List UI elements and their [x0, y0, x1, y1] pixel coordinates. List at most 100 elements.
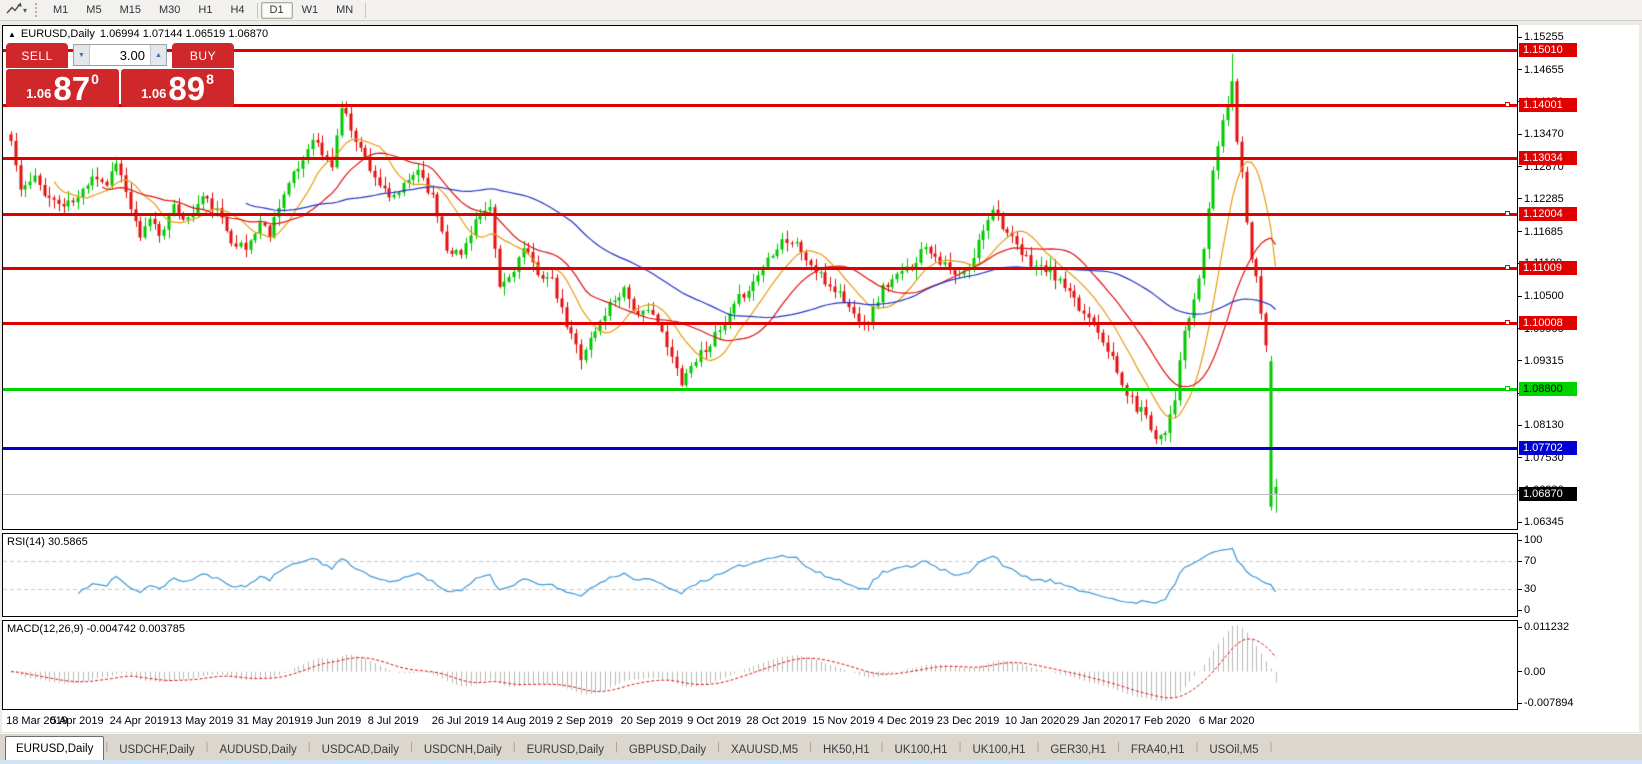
chart-tab-hk50-h1[interactable]: HK50,H1 — [813, 739, 880, 760]
sell-price-box[interactable]: 1.06 87 0 — [6, 69, 119, 107]
line-drag-handle[interactable] — [1505, 386, 1510, 391]
toolbar-separator — [257, 3, 258, 18]
price-level-badge: 1.13034 — [1519, 151, 1577, 165]
trading-terminal: ▾ M1M5M15M30H1H4 D1W1MN ▲ EURUSD,Daily 1.… — [0, 0, 1642, 764]
volume-decrease-button[interactable]: ▼ — [74, 45, 90, 65]
rsi-plot[interactable]: RSI(14) 30.5865 — [2, 533, 1518, 617]
date-axis-label: 20 Sep 2019 — [621, 715, 683, 727]
chevron-down-icon[interactable]: ▾ — [23, 6, 27, 15]
timeframe-button-h1[interactable]: H1 — [189, 2, 221, 19]
date-axis-label: 14 Aug 2019 — [492, 715, 554, 727]
sell-price-pip: 0 — [91, 71, 99, 87]
macd-panel: MACD(12,26,9) -0.004742 0.003785 0.01123… — [2, 620, 1639, 710]
macd-axis-tick: -0.007894 — [1518, 696, 1574, 710]
timeframe-button-h4[interactable]: H4 — [221, 2, 253, 19]
timeframe-button-m5[interactable]: M5 — [77, 2, 110, 19]
price-axis-tick: 1.11685 — [1518, 225, 1563, 239]
date-axis-label: 29 Jan 2020 — [1067, 715, 1128, 727]
chart-tab-eurusd-daily[interactable]: EURUSD,Daily — [517, 739, 614, 760]
chart-title: ▲ EURUSD,Daily 1.06994 1.07144 1.06519 1… — [8, 28, 274, 40]
rsi-label: RSI(14) 30.5865 — [7, 536, 88, 548]
horizontal-line-1.06870[interactable] — [3, 494, 1517, 495]
date-axis-label: 6 Mar 2020 — [1199, 715, 1255, 727]
pointer-tool-button[interactable]: ▾ — [3, 2, 30, 18]
date-axis-label: 5 Apr 2019 — [50, 715, 103, 727]
line-drag-handle[interactable] — [1505, 102, 1510, 107]
volume-stepper: ▼ 3.00 ▲ — [73, 44, 167, 66]
chart-tab-audusd-daily[interactable]: AUDUSD,Daily — [209, 739, 306, 760]
chart-tab-fra40-h1[interactable]: FRA40,H1 — [1121, 739, 1195, 760]
timeframe-button-m30[interactable]: M30 — [150, 2, 189, 19]
chart-tab-uk100-h1[interactable]: UK100,H1 — [962, 739, 1035, 760]
horizontal-line-1.11009[interactable] — [3, 267, 1517, 270]
price-axis-tick: 1.08130 — [1518, 418, 1564, 432]
date-axis-label: 17 Feb 2020 — [1129, 715, 1191, 727]
line-drag-handle[interactable] — [1505, 265, 1510, 270]
buy-button[interactable]: BUY — [172, 43, 234, 68]
chart-tab-usoil-m5[interactable]: USOil,M5 — [1199, 739, 1268, 760]
chart-tab-usdchf-daily[interactable]: USDCHF,Daily — [109, 739, 204, 760]
sell-button[interactable]: SELL — [6, 43, 68, 68]
symbol-period-label: EURUSD,Daily — [21, 28, 95, 40]
triangle-up-icon: ▲ — [155, 52, 162, 59]
volume-increase-button[interactable]: ▲ — [150, 45, 166, 65]
horizontal-line-1.08800[interactable] — [3, 388, 1517, 391]
horizontal-line-1.12004[interactable] — [3, 213, 1517, 216]
date-axis-label: 28 Oct 2019 — [746, 715, 806, 727]
chart-tab-xauusd-m5[interactable]: XAUUSD,M5 — [721, 739, 808, 760]
chart-tab-ger30-h1[interactable]: GER30,H1 — [1040, 739, 1116, 760]
price-level-badge: 1.11009 — [1519, 261, 1577, 275]
buy-price-prefix: 1.06 — [141, 86, 166, 101]
macd-plot[interactable]: MACD(12,26,9) -0.004742 0.003785 — [2, 620, 1518, 710]
pointer-tool-icon — [6, 2, 22, 18]
sell-price-prefix: 1.06 — [26, 86, 51, 101]
toolbar-grip — [35, 3, 39, 17]
line-drag-handle[interactable] — [1505, 211, 1510, 216]
price-axis-tick: 1.14655 — [1518, 63, 1564, 77]
rsi-panel: RSI(14) 30.5865 10070300 — [2, 533, 1639, 617]
timeframe-button-mn[interactable]: MN — [327, 2, 362, 19]
timeframe-button-m1[interactable]: M1 — [44, 2, 77, 19]
timeframe-toolbar: ▾ M1M5M15M30H1H4 D1W1MN — [0, 0, 1642, 21]
date-axis-label: 9 Oct 2019 — [687, 715, 741, 727]
timeframe-button-w1[interactable]: W1 — [293, 2, 328, 19]
rsi-canvas[interactable] — [3, 534, 1517, 616]
horizontal-line-1.13034[interactable] — [3, 157, 1517, 160]
rsi-axis: 10070300 — [1518, 533, 1638, 617]
timeframe-button-m15[interactable]: M15 — [111, 2, 150, 19]
chart-tab-uk100-h1[interactable]: UK100,H1 — [885, 739, 958, 760]
price-plot[interactable]: ▲ EURUSD,Daily 1.06994 1.07144 1.06519 1… — [2, 25, 1518, 530]
rsi-axis-tick: 70 — [1518, 554, 1536, 568]
chart-tab-usdcnh-daily[interactable]: USDCNH,Daily — [414, 739, 512, 760]
rsi-axis-tick: 0 — [1518, 603, 1530, 617]
ohlc-values: 1.06994 1.07144 1.06519 1.06870 — [100, 28, 268, 40]
chart-window: ▲ EURUSD,Daily 1.06994 1.07144 1.06519 1… — [2, 25, 1639, 732]
price-level-badge: 1.06870 — [1519, 487, 1577, 501]
macd-axis: 0.0112320.00-0.007894 — [1518, 620, 1638, 710]
buy-price-box[interactable]: 1.06 89 8 — [121, 69, 234, 107]
horizontal-line-1.10008[interactable] — [3, 322, 1517, 325]
chart-tab-eurusd-daily[interactable]: EURUSD,Daily — [5, 736, 104, 760]
line-drag-handle[interactable] — [1505, 320, 1510, 325]
macd-canvas[interactable] — [3, 621, 1517, 709]
price-axis-tick: 1.13470 — [1518, 127, 1564, 141]
price-axis-tick: 1.12285 — [1518, 192, 1564, 206]
date-axis-label: 26 Jul 2019 — [432, 715, 489, 727]
timeframe-buttons: M1M5M15M30H1H4 D1W1MN — [44, 2, 369, 19]
collapse-icon[interactable]: ▲ — [8, 29, 16, 40]
chart-tab-usdcad-daily[interactable]: USDCAD,Daily — [312, 739, 409, 760]
macd-label: MACD(12,26,9) -0.004742 0.003785 — [7, 623, 185, 635]
chart-tab-gbpusd-daily[interactable]: GBPUSD,Daily — [619, 739, 716, 760]
price-level-badge: 1.15010 — [1519, 43, 1577, 57]
volume-input[interactable]: 3.00 — [90, 45, 150, 65]
one-click-trade-widget: SELL ▼ 3.00 ▲ BUY 1.06 87 0 — [6, 43, 234, 107]
chart-tabs: EURUSD,Daily|USDCHF,Daily|AUDUSD,Daily|U… — [0, 733, 1642, 760]
triangle-down-icon: ▼ — [78, 52, 85, 59]
date-axis-label: 23 Dec 2019 — [937, 715, 999, 727]
horizontal-line-1.07702[interactable] — [3, 447, 1517, 450]
timeframe-button-d1[interactable]: D1 — [261, 2, 293, 19]
price-level-badge: 1.10008 — [1519, 316, 1577, 330]
price-level-badge: 1.08800 — [1519, 382, 1577, 396]
buy-price-main: 89 — [168, 73, 205, 105]
price-axis-tick: 1.15255 — [1518, 30, 1564, 44]
